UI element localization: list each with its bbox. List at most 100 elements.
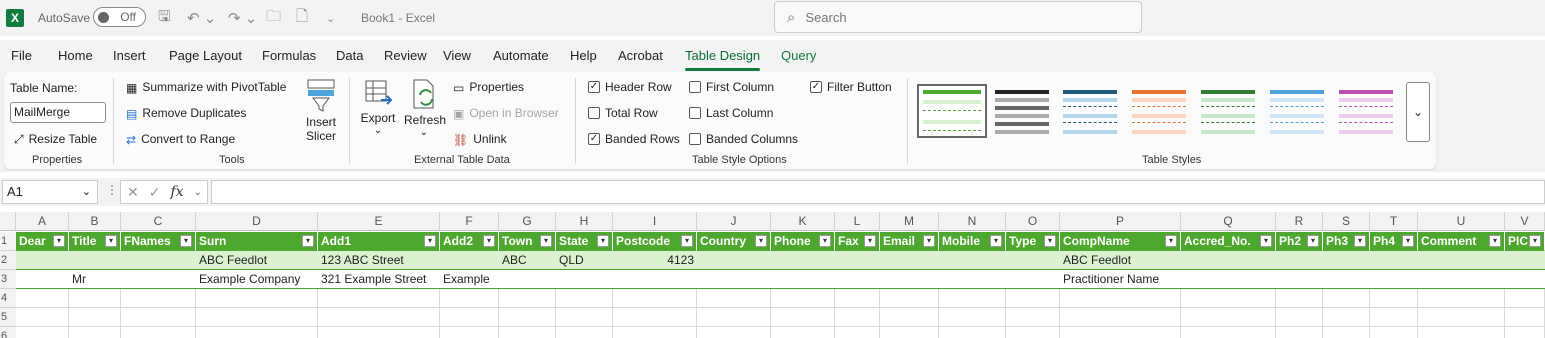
filter-dropdown-icon[interactable]: ▾ [424,235,436,247]
insert-slicer-button[interactable]: Insert Slicer [303,78,339,143]
column-header[interactable]: H [556,212,613,231]
empty-cell[interactable] [771,289,835,308]
table-cell[interactable] [771,251,835,270]
empty-cell[interactable] [440,289,499,308]
unlink-button[interactable]: ⛓ Unlink [453,132,507,147]
column-header[interactable]: B [69,212,121,231]
empty-cell[interactable] [440,308,499,327]
table-cell[interactable]: Mr [69,270,121,289]
filter-dropdown-icon[interactable]: ▾ [1489,235,1501,247]
row-header[interactable]: 2 [0,251,16,270]
empty-cell[interactable] [121,289,196,308]
table-header-cell[interactable]: Ph3 ▾ [1323,232,1370,251]
column-header[interactable]: I [613,212,697,231]
table-style-swatch-green-selected[interactable] [917,84,987,138]
table-cell[interactable]: ABC Feedlot [1060,251,1181,270]
empty-cell[interactable] [880,327,939,338]
empty-cell[interactable] [1006,308,1060,327]
table-cell[interactable] [939,251,1006,270]
row-header[interactable]: 5 [0,308,16,327]
table-cell[interactable] [1276,251,1323,270]
tab-review[interactable]: Review [384,48,427,63]
empty-cell[interactable] [835,327,880,338]
table-header-cell[interactable]: Town ▾ [499,232,556,251]
table-header-cell[interactable]: Type ▾ [1006,232,1060,251]
filter-dropdown-icon[interactable]: ▾ [540,235,552,247]
empty-cell[interactable] [121,327,196,338]
table-name-input[interactable]: MailMerge [10,102,106,123]
column-header[interactable]: N [939,212,1006,231]
empty-cell[interactable] [1323,308,1370,327]
table-style-swatch-dark-green[interactable] [1197,88,1259,134]
empty-cell[interactable] [16,308,69,327]
empty-cell[interactable] [1323,289,1370,308]
undo-icon[interactable]: ↶ ⌄ [187,0,216,36]
empty-cell[interactable] [440,327,499,338]
table-header-cell[interactable]: Title ▾ [69,232,121,251]
table-header-cell[interactable]: Accred_No. ▾ [1181,232,1276,251]
empty-cell[interactable] [196,327,318,338]
table-cell[interactable] [16,251,69,270]
banded-rows-checkbox[interactable]: ✓ [588,133,600,145]
empty-cell[interactable] [1181,308,1276,327]
column-header[interactable]: F [440,212,499,231]
table-cell[interactable] [697,251,771,270]
empty-cell[interactable] [1370,327,1418,338]
empty-cell[interactable] [880,308,939,327]
empty-cell[interactable] [1370,308,1418,327]
table-header-cell[interactable]: Surn ▾ [196,232,318,251]
table-cell[interactable] [880,251,939,270]
column-header[interactable]: P [1060,212,1181,231]
filter-dropdown-icon[interactable]: ▾ [1529,235,1541,247]
empty-cell[interactable] [1276,327,1323,338]
first-column-checkbox[interactable] [689,81,701,93]
table-cell[interactable] [1276,270,1323,289]
table-style-swatch-orange[interactable] [1128,88,1190,134]
autosave-toggle[interactable]: Off [93,7,146,27]
empty-cell[interactable] [1418,289,1505,308]
tab-query[interactable]: Query [781,48,816,63]
table-header-cell[interactable]: Ph2 ▾ [1276,232,1323,251]
tab-help[interactable]: Help [570,48,597,63]
empty-cell[interactable] [1276,289,1323,308]
filter-dropdown-icon[interactable]: ▾ [755,235,767,247]
empty-cell[interactable] [318,327,440,338]
table-cell[interactable] [1370,270,1418,289]
table-cell[interactable] [1181,270,1276,289]
search-box[interactable]: ⌕ Search [774,1,1142,33]
filter-dropdown-icon[interactable]: ▾ [1260,235,1272,247]
enter-icon[interactable]: ✓ [149,184,161,201]
empty-cell[interactable] [318,289,440,308]
header-row-checkbox[interactable]: ✓ [588,81,600,93]
table-cell[interactable] [69,251,121,270]
table-cell[interactable] [1181,251,1276,270]
table-cell[interactable] [1418,270,1505,289]
empty-cell[interactable] [69,327,121,338]
table-header-cell[interactable]: Dear ▾ [16,232,69,251]
table-cell[interactable] [1370,251,1418,270]
table-cell[interactable]: QLD [556,251,613,270]
table-cell[interactable]: Example Company [196,270,318,289]
convert-to-range-button[interactable]: ⇄ Convert to Range [126,132,235,147]
empty-cell[interactable] [196,289,318,308]
empty-cell[interactable] [16,289,69,308]
tab-data[interactable]: Data [336,48,363,63]
tab-table-design[interactable]: Table Design [685,48,761,71]
table-header-cell[interactable]: Mobile ▾ [939,232,1006,251]
empty-cell[interactable] [69,308,121,327]
empty-cell[interactable] [1181,327,1276,338]
empty-cell[interactable] [697,327,771,338]
table-cell[interactable] [939,270,1006,289]
empty-cell[interactable] [121,308,196,327]
table-cell[interactable] [16,270,69,289]
table-cell[interactable] [556,270,613,289]
empty-cell[interactable] [697,308,771,327]
column-header[interactable]: D [196,212,318,231]
table-style-swatch-navy[interactable] [1059,88,1121,134]
tab-view[interactable]: View [443,48,471,63]
empty-cell[interactable] [880,289,939,308]
filter-dropdown-icon[interactable]: ▾ [105,235,117,247]
filter-dropdown-icon[interactable]: ▾ [1165,235,1177,247]
empty-cell[interactable] [1006,327,1060,338]
name-box[interactable]: A1 ⌄ [2,180,98,204]
